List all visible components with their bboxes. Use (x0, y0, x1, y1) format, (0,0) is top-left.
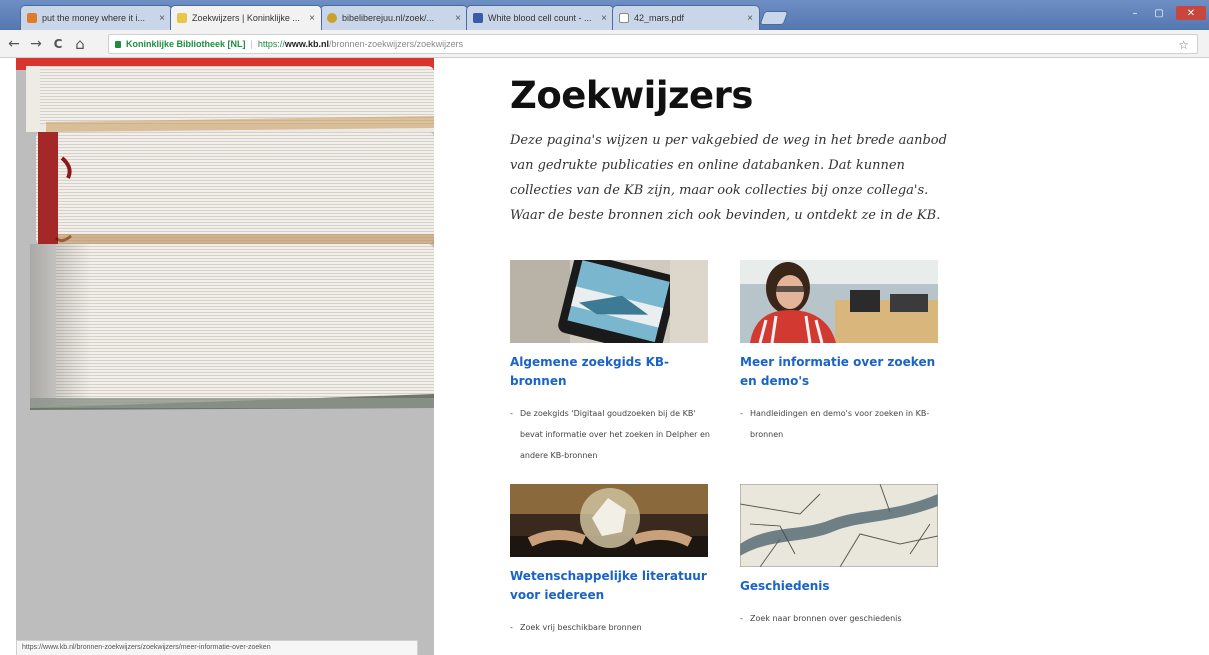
tab-title: White blood cell count - ... (488, 13, 592, 23)
tab-favicon-icon (619, 13, 629, 23)
url-path: /bronnen-zoekwijzers/zoekwijzers (329, 39, 464, 49)
close-tab-icon[interactable]: × (309, 13, 315, 24)
browser-tab-strip: put the money where it i... × Zoekwijzer… (0, 0, 1209, 30)
card-algemene-zoekgids: Algemene zoekgids KB-bronnen De zoekgids… (510, 260, 720, 466)
browser-tab[interactable]: bibeliberejuu.nl/zoek/... × (320, 5, 468, 30)
book-stack-illustration (16, 58, 434, 655)
glass-sphere-photo-image[interactable] (510, 484, 708, 557)
site-identity: Koninklijke Bibliotheek [NL] (126, 39, 246, 49)
tab-title: bibeliberejuu.nl/zoek/... (342, 13, 435, 23)
forward-arrow-icon[interactable]: → (28, 35, 44, 53)
tab-favicon-icon (473, 13, 483, 23)
card-description: Zoek naar bronnen over geschiedenis (740, 608, 950, 629)
close-window-icon[interactable]: ✕ (1176, 6, 1206, 20)
maximize-icon[interactable]: ▢ (1148, 6, 1170, 20)
close-tab-icon[interactable]: × (601, 13, 607, 24)
lock-icon (115, 40, 121, 48)
page-left-edge (0, 58, 16, 655)
back-arrow-icon[interactable]: ← (6, 35, 22, 53)
tab-favicon-icon (27, 13, 37, 23)
browser-toolbar: ← → C ⌂ Koninklijke Bibliotheek [NL] | h… (0, 30, 1209, 58)
card-link-meer-informatie[interactable]: Meer informatie over zoeken en demo's (740, 353, 950, 391)
reload-icon[interactable]: C (50, 35, 66, 53)
browser-tab-active[interactable]: Zoekwijzers | Koninklijke ... × (170, 5, 322, 30)
tab-favicon-icon (327, 13, 337, 23)
close-tab-icon[interactable]: × (747, 13, 753, 24)
page-title: Zoekwijzers (510, 74, 753, 117)
card-geschiedenis: Geschiedenis Zoek naar bronnen over gesc… (740, 484, 950, 629)
card-link-algemene-zoekgids[interactable]: Algemene zoekgids KB-bronnen (510, 353, 720, 391)
close-tab-icon[interactable]: × (455, 13, 461, 24)
home-icon[interactable]: ⌂ (72, 35, 88, 53)
browser-tab[interactable]: White blood cell count - ... × (466, 5, 614, 30)
minimize-icon[interactable]: – (1124, 6, 1146, 20)
tablet-photo-image[interactable] (510, 260, 708, 343)
card-description: De zoekgids 'Digitaal goudzoeken bij de … (510, 403, 720, 466)
url-scheme: https:// (257, 39, 285, 49)
tab-title: 42_mars.pdf (634, 13, 685, 23)
url-host: www.kb.nl (284, 39, 330, 49)
close-tab-icon[interactable]: × (159, 13, 165, 24)
bookmark-star-icon[interactable]: ☆ (1178, 38, 1189, 52)
tab-favicon-icon (177, 13, 187, 23)
address-bar[interactable]: Koninklijke Bibliotheek [NL] | https:// … (108, 34, 1198, 54)
card-description: Handleidingen en demo's voor zoeken in K… (740, 403, 950, 445)
page-viewport: https://www.kb.nl/bronnen-zoekwijzers/zo… (0, 58, 1209, 655)
address-separator: | (250, 39, 253, 49)
intro-text: Deze pagina's wijzen u per vakgebied de … (510, 133, 947, 223)
tab-title: Zoekwijzers | Koninklijke ... (192, 13, 300, 23)
card-description: Zoek vrij beschikbare bronnen (510, 617, 720, 638)
library-reader-photo-image[interactable] (740, 260, 938, 343)
browser-tab[interactable]: put the money where it i... × (20, 5, 172, 30)
new-tab-button[interactable] (759, 11, 789, 25)
card-link-geschiedenis[interactable]: Geschiedenis (740, 577, 950, 596)
card-wetenschappelijke-literatuur: Wetenschappelijke literatuur voor iedere… (510, 484, 720, 638)
hero-books-image (16, 58, 434, 655)
tab-title: put the money where it i... (42, 13, 146, 23)
browser-tab[interactable]: 42_mars.pdf × (612, 5, 760, 30)
historical-map-image[interactable] (740, 484, 938, 567)
card-link-wetenschappelijke-literatuur[interactable]: Wetenschappelijke literatuur voor iedere… (510, 567, 720, 605)
card-meer-informatie: Meer informatie over zoeken en demo's Ha… (740, 260, 950, 445)
status-bar-url: https://www.kb.nl/bronnen-zoekwijzers/zo… (16, 640, 418, 655)
